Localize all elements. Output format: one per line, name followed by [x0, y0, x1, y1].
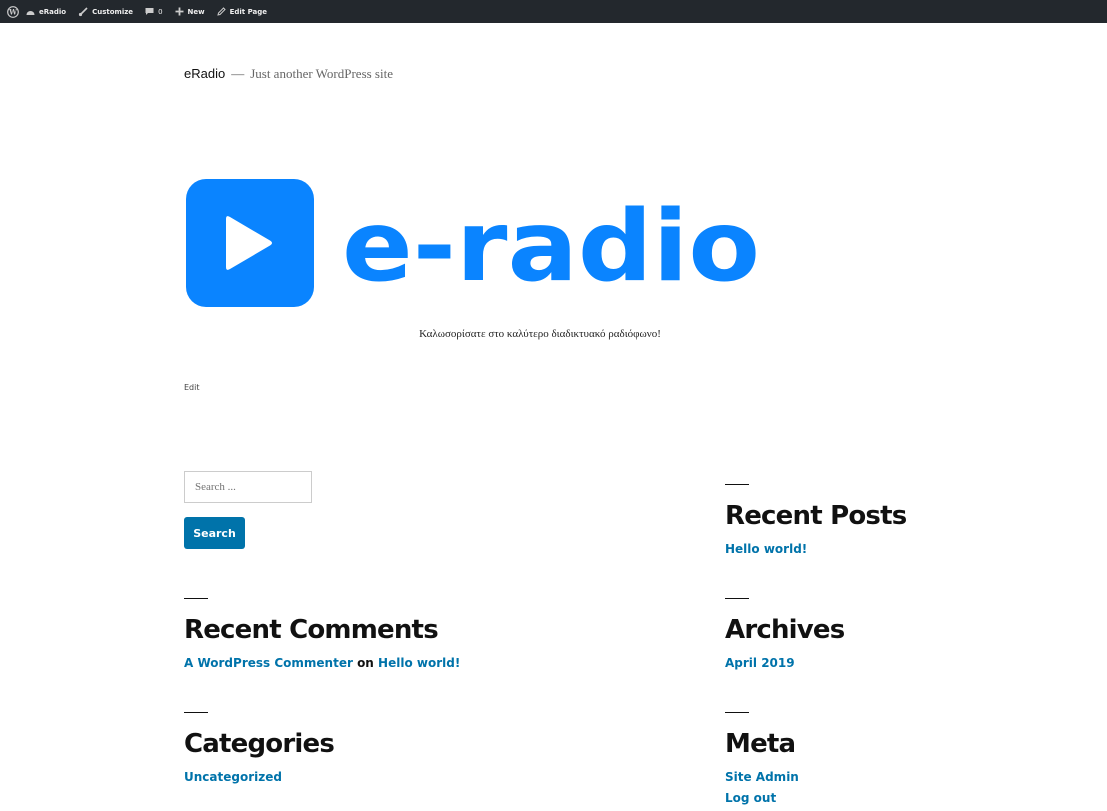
site-name-menu[interactable]: eRadio: [26, 0, 72, 23]
recent-posts-widget: Recent Posts Hello world!: [725, 484, 907, 560]
search-input[interactable]: [184, 471, 312, 503]
comment-post-link[interactable]: Hello world!: [378, 656, 460, 670]
brush-icon: [78, 6, 88, 17]
meta-list: Site Admin Log out: [725, 767, 799, 809]
edit-page-link[interactable]: Edit Page: [216, 0, 273, 23]
comment-author-link[interactable]: A WordPress Commenter: [184, 656, 353, 670]
recent-posts-title: Recent Posts: [725, 501, 907, 531]
e-radio-logo: e-radio: [186, 179, 760, 307]
comment-on-text: on: [357, 656, 374, 670]
welcome-tagline: Καλωσορίσατε στο καλύτερο διαδικτυακό ρα…: [419, 328, 661, 340]
wordpress-logo-menu[interactable]: W: [0, 0, 26, 23]
archives-title: Archives: [725, 615, 845, 645]
meta-title: Meta: [725, 729, 796, 759]
edit-page-label: Edit Page: [229, 7, 268, 16]
plus-icon: [175, 7, 184, 16]
archive-link-april-2019[interactable]: April 2019: [725, 656, 795, 670]
new-content-menu[interactable]: New: [175, 0, 211, 23]
site-admin-link[interactable]: Site Admin: [725, 770, 799, 784]
comments-link[interactable]: 0: [145, 0, 168, 23]
search-button[interactable]: Search: [184, 517, 245, 549]
customize-label: Customize: [92, 7, 134, 16]
archives-widget: Archives April 2019: [725, 598, 845, 674]
admin-bar: W eRadio Customize 0 New Edit Page: [0, 0, 1107, 23]
dashboard-icon: [26, 8, 35, 16]
edit-link[interactable]: Edit: [184, 383, 200, 392]
logo-text: e-radio: [342, 190, 760, 304]
svg-text:W: W: [8, 7, 17, 16]
site-title[interactable]: eRadio: [184, 66, 225, 81]
recent-post-link[interactable]: Hello world!: [725, 542, 807, 556]
widget-divider: [725, 712, 749, 713]
comment-bubble-icon: [145, 7, 154, 16]
site-name-label: eRadio: [39, 7, 67, 16]
categories-list: Uncategorized: [184, 767, 334, 788]
categories-widget: Categories Uncategorized: [184, 712, 335, 788]
recent-comments-title: Recent Comments: [184, 615, 439, 645]
log-out-link[interactable]: Log out: [725, 791, 776, 805]
customize-link[interactable]: Customize: [78, 0, 139, 23]
archives-list: April 2019: [725, 653, 844, 674]
pencil-icon: [216, 7, 226, 16]
site-description: Just another WordPress site: [250, 66, 393, 81]
meta-widget: Meta Site Admin Log out: [725, 712, 799, 809]
category-link-uncategorized[interactable]: Uncategorized: [184, 770, 282, 784]
widget-divider: [184, 598, 208, 599]
new-label: New: [187, 7, 205, 16]
recent-posts-list: Hello world!: [725, 539, 906, 560]
wordpress-icon: W: [7, 5, 19, 18]
widget-divider: [184, 712, 208, 713]
recent-comment-item: A WordPress Commenter on Hello world!: [184, 653, 460, 674]
widget-divider: [725, 484, 749, 485]
categories-title: Categories: [184, 729, 335, 759]
recent-comments-widget: Recent Comments A WordPress Commenter on…: [184, 598, 460, 674]
title-separator: —: [231, 66, 245, 81]
widget-divider: [725, 598, 749, 599]
site-branding: eRadio — Just another WordPress site: [184, 66, 393, 82]
comments-count: 0: [158, 7, 163, 16]
